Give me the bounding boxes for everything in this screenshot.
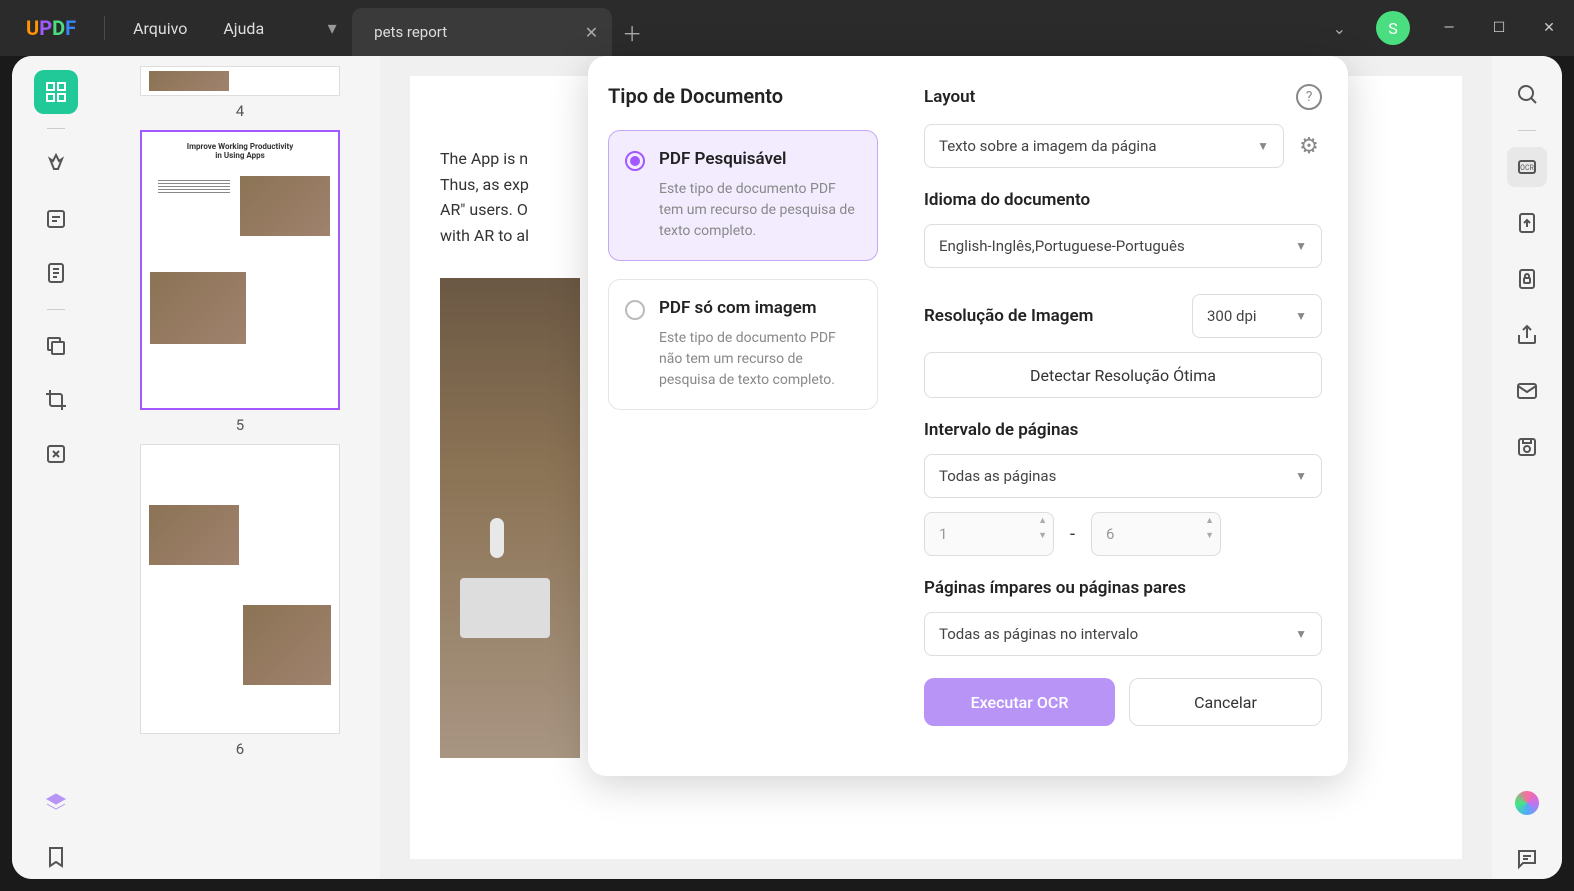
ai-icon[interactable] bbox=[1507, 783, 1547, 823]
page-range-label: Intervalo de páginas bbox=[924, 420, 1322, 440]
search-icon[interactable] bbox=[1507, 74, 1547, 114]
doc-type-section: Tipo de Documento PDF Pesquisável Este t… bbox=[588, 56, 898, 776]
tab-dropdown[interactable]: ▾ bbox=[312, 0, 352, 56]
radio-icon bbox=[625, 300, 645, 320]
thumbnail-panel: 4 Improve Working Productivityin Using A… bbox=[100, 56, 380, 879]
cancel-button[interactable]: Cancelar bbox=[1129, 678, 1322, 726]
ocr-panel: Tipo de Documento PDF Pesquisável Este t… bbox=[588, 56, 1348, 776]
divider bbox=[104, 16, 105, 40]
divider bbox=[47, 309, 65, 310]
document-tab[interactable]: pets report ✕ bbox=[352, 8, 612, 56]
tab-title: pets report bbox=[374, 23, 447, 41]
menu-file[interactable]: Arquivo bbox=[115, 19, 205, 38]
language-label: Idioma do documento bbox=[924, 190, 1322, 210]
range-from-input[interactable]: 1 ▲▼ bbox=[924, 512, 1054, 556]
thumb-page-4[interactable]: 4 bbox=[120, 66, 360, 120]
edit-tool[interactable] bbox=[34, 197, 78, 241]
user-avatar[interactable]: S bbox=[1376, 11, 1410, 45]
window-controls: ⌄ S — ☐ ✕ bbox=[1317, 0, 1574, 56]
option-searchable-pdf[interactable]: PDF Pesquisável Este tipo de documento P… bbox=[608, 130, 878, 261]
page-number: 4 bbox=[120, 102, 360, 120]
chevron-down-icon[interactable]: ⌄ bbox=[1317, 19, 1362, 38]
convert-icon[interactable] bbox=[1507, 203, 1547, 243]
chevron-down-icon: ▼ bbox=[1257, 139, 1269, 153]
thumbnails-tool[interactable] bbox=[34, 70, 78, 114]
page-range-select[interactable]: Todas as páginas▼ bbox=[924, 454, 1322, 498]
layers-tool[interactable] bbox=[34, 781, 78, 825]
odd-even-select[interactable]: Todas as páginas no intervalo▼ bbox=[924, 612, 1322, 656]
stepper-icon[interactable]: ▲▼ bbox=[1205, 517, 1214, 541]
layout-select[interactable]: Texto sobre a imagem da página▼ bbox=[924, 124, 1284, 168]
option-image-only-pdf[interactable]: PDF só com imagem Este tipo de documento… bbox=[608, 279, 878, 410]
range-dash: - bbox=[1070, 524, 1075, 545]
crop-tool[interactable] bbox=[34, 378, 78, 422]
gear-icon[interactable]: ⚙ bbox=[1296, 133, 1322, 159]
copy-tool[interactable] bbox=[34, 324, 78, 368]
language-select[interactable]: English-Inglês,Portuguese-Português▼ bbox=[924, 224, 1322, 268]
close-icon[interactable]: ✕ bbox=[585, 23, 598, 42]
run-ocr-button[interactable]: Executar OCR bbox=[924, 678, 1115, 726]
chevron-down-icon: ▼ bbox=[1295, 309, 1307, 323]
range-to-input[interactable]: 6 ▲▼ bbox=[1091, 512, 1221, 556]
ocr-settings: Layout ? Texto sobre a imagem da página▼… bbox=[898, 56, 1348, 776]
page-image bbox=[440, 278, 580, 758]
chevron-down-icon: ▼ bbox=[1295, 239, 1307, 253]
stepper-icon[interactable]: ▲▼ bbox=[1038, 517, 1047, 541]
left-toolbar bbox=[12, 56, 100, 879]
save-icon[interactable] bbox=[1507, 427, 1547, 467]
menu-help[interactable]: Ajuda bbox=[205, 19, 282, 38]
page-number: 5 bbox=[120, 416, 360, 434]
bookmark-tool[interactable] bbox=[34, 835, 78, 879]
email-icon[interactable] bbox=[1507, 371, 1547, 411]
resolution-label: Resolução de Imagem bbox=[924, 306, 1093, 326]
share-icon[interactable] bbox=[1507, 315, 1547, 355]
layout-label: Layout bbox=[924, 87, 975, 107]
protect-icon[interactable] bbox=[1507, 259, 1547, 299]
option-description: Este tipo de documento PDF não tem um re… bbox=[659, 328, 859, 391]
add-tab-button[interactable]: ＋ bbox=[612, 8, 652, 56]
option-title: PDF Pesquisável bbox=[659, 149, 859, 169]
maximize-button[interactable]: ☐ bbox=[1474, 0, 1524, 56]
page-number: 6 bbox=[120, 740, 360, 758]
tab-bar: ▾ pets report ✕ ＋ bbox=[312, 0, 652, 56]
resolution-select[interactable]: 300 dpi▼ bbox=[1192, 294, 1322, 338]
doc-type-heading: Tipo de Documento bbox=[608, 84, 878, 108]
app-logo: UPDF bbox=[26, 16, 76, 40]
odd-even-label: Páginas ímpares ou páginas pares bbox=[924, 578, 1322, 598]
help-icon[interactable]: ? bbox=[1296, 84, 1322, 110]
option-title: PDF só com imagem bbox=[659, 298, 859, 318]
ocr-icon[interactable]: OCR bbox=[1507, 147, 1547, 187]
thumb-page-6[interactable]: 6 bbox=[120, 444, 360, 758]
highlighter-tool[interactable] bbox=[34, 143, 78, 187]
compress-tool[interactable] bbox=[34, 432, 78, 476]
comment-icon[interactable] bbox=[1507, 839, 1547, 879]
close-button[interactable]: ✕ bbox=[1524, 0, 1574, 56]
svg-text:OCR: OCR bbox=[1520, 164, 1534, 172]
minimize-button[interactable]: — bbox=[1424, 0, 1474, 56]
divider bbox=[1518, 130, 1536, 131]
thumb-page-5[interactable]: Improve Working Productivityin Using App… bbox=[120, 130, 360, 434]
radio-icon bbox=[625, 151, 645, 171]
titlebar: UPDF Arquivo Ajuda ▾ pets report ✕ ＋ ⌄ S… bbox=[0, 0, 1574, 56]
page-tool[interactable] bbox=[34, 251, 78, 295]
detect-resolution-button[interactable]: Detectar Resolução Ótima bbox=[924, 352, 1322, 398]
divider bbox=[47, 128, 65, 129]
chevron-down-icon: ▼ bbox=[1295, 469, 1307, 483]
right-toolbar: OCR bbox=[1492, 56, 1562, 879]
option-description: Este tipo de documento PDF tem um recurs… bbox=[659, 179, 859, 242]
chevron-down-icon: ▼ bbox=[1295, 627, 1307, 641]
